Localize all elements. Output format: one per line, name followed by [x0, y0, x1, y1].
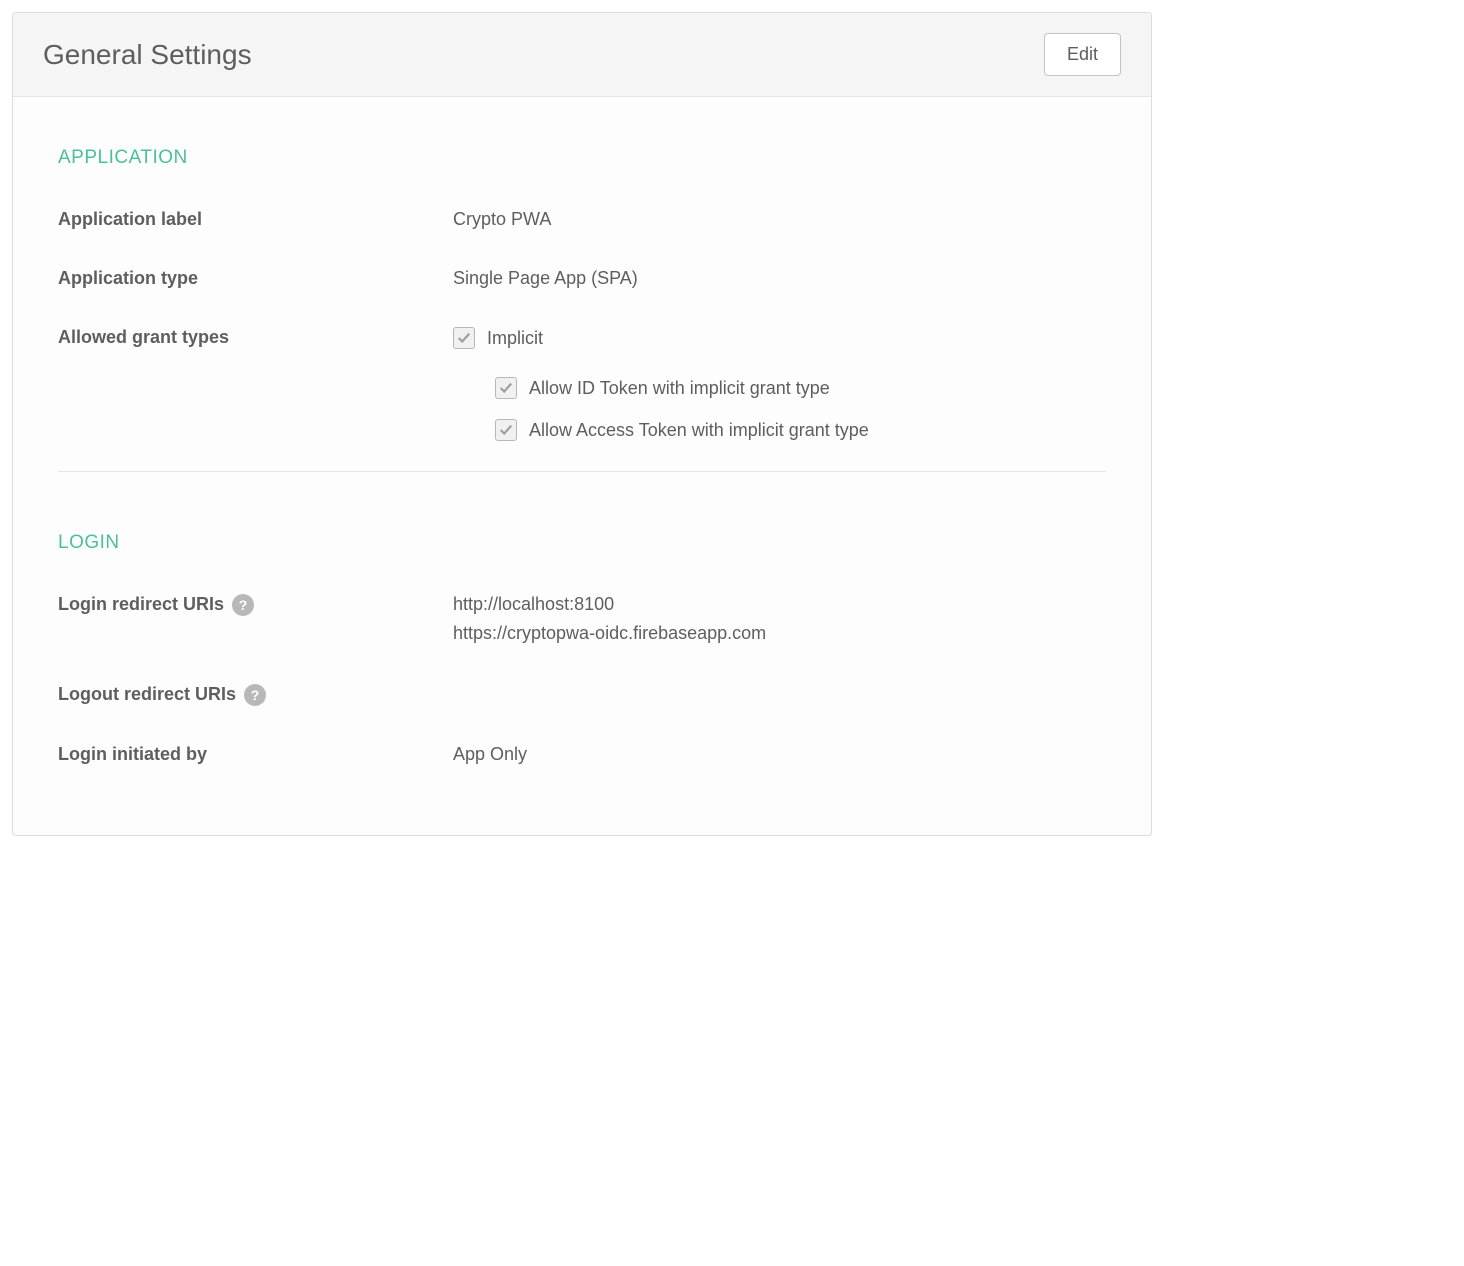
value-login-initiated: App Only: [453, 744, 1106, 765]
row-allowed-grant-types: Allowed grant types Implicit Allow ID To…: [58, 327, 1106, 441]
label-application-type: Application type: [58, 268, 453, 289]
grant-id-token-label: Allow ID Token with implicit grant type: [529, 378, 830, 399]
help-icon[interactable]: ?: [244, 684, 266, 706]
row-login-redirect: Login redirect URIs ? http://localhost:8…: [58, 594, 1106, 644]
login-redirect-uri: https://cryptopwa-oidc.firebaseapp.com: [453, 623, 1106, 644]
value-login-redirect: http://localhost:8100 https://cryptopwa-…: [453, 594, 1106, 644]
edit-button[interactable]: Edit: [1044, 33, 1121, 76]
panel-body: APPLICATION Application label Crypto PWA…: [13, 97, 1151, 835]
label-logout-redirect: Logout redirect URIs ?: [58, 684, 453, 706]
label-login-initiated: Login initiated by: [58, 744, 453, 765]
value-application-label: Crypto PWA: [453, 209, 1106, 230]
section-heading-login: LOGIN: [58, 532, 1106, 554]
row-application-type: Application type Single Page App (SPA): [58, 268, 1106, 289]
section-divider: [58, 471, 1106, 472]
checkbox-id-token[interactable]: [495, 377, 517, 399]
grant-id-token: Allow ID Token with implicit grant type: [495, 377, 1106, 399]
checkbox-access-token[interactable]: [495, 419, 517, 441]
section-heading-application: APPLICATION: [58, 147, 1106, 169]
help-icon[interactable]: ?: [232, 594, 254, 616]
label-login-redirect-text: Login redirect URIs: [58, 594, 224, 615]
check-icon: [499, 381, 513, 395]
login-redirect-uri: http://localhost:8100: [453, 594, 1106, 615]
grant-access-token-label: Allow Access Token with implicit grant t…: [529, 420, 869, 441]
row-application-label: Application label Crypto PWA: [58, 209, 1106, 230]
general-settings-panel: General Settings Edit APPLICATION Applic…: [12, 12, 1152, 836]
panel-title: General Settings: [43, 39, 252, 71]
grant-implicit-suboptions: Allow ID Token with implicit grant type …: [495, 377, 1106, 441]
label-application-label: Application label: [58, 209, 453, 230]
row-login-initiated: Login initiated by App Only: [58, 744, 1106, 765]
check-icon: [499, 423, 513, 437]
label-login-redirect: Login redirect URIs ?: [58, 594, 453, 644]
grant-implicit: Implicit: [453, 327, 1106, 349]
grant-access-token: Allow Access Token with implicit grant t…: [495, 419, 1106, 441]
checkbox-implicit[interactable]: [453, 327, 475, 349]
label-allowed-grant-types: Allowed grant types: [58, 327, 453, 441]
check-icon: [457, 331, 471, 345]
value-application-type: Single Page App (SPA): [453, 268, 1106, 289]
label-logout-redirect-text: Logout redirect URIs: [58, 684, 236, 705]
value-allowed-grant-types: Implicit Allow ID Token with implicit gr…: [453, 327, 1106, 441]
value-logout-redirect: [453, 684, 1106, 706]
panel-header: General Settings Edit: [13, 13, 1151, 97]
grant-implicit-label: Implicit: [487, 328, 543, 349]
row-logout-redirect: Logout redirect URIs ?: [58, 684, 1106, 706]
